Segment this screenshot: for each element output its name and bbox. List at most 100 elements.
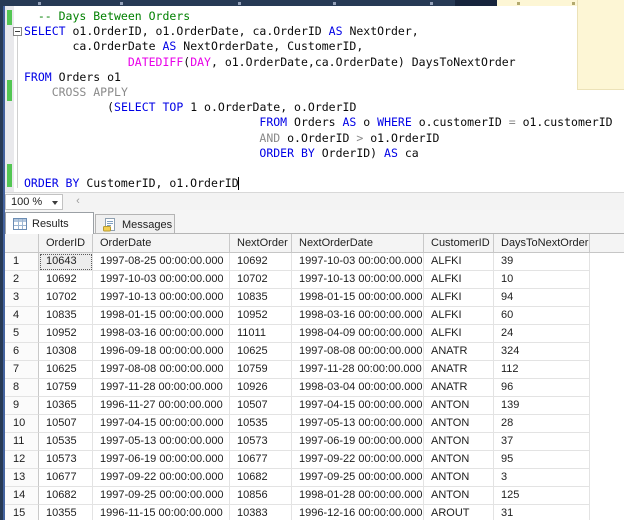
grid-cell[interactable]: 10643 (39, 253, 93, 271)
grid-cell[interactable]: 1997-09-22 00:00:00.000 (93, 469, 230, 487)
row-number[interactable]: 15 (5, 505, 39, 520)
grid-cell[interactable]: 10573 (39, 451, 93, 469)
zoom-dropdown[interactable]: 100 % (5, 194, 63, 210)
grid-cell[interactable]: ANTON (424, 415, 494, 433)
tab-results[interactable]: Results (5, 212, 94, 234)
grid-cell[interactable]: 10535 (39, 433, 93, 451)
row-number-header[interactable] (5, 234, 39, 252)
row-number[interactable]: 2 (5, 271, 39, 289)
grid-cell[interactable]: 1997-10-13 00:00:00.000 (93, 289, 230, 307)
grid-cell[interactable]: 11011 (230, 325, 292, 343)
grid-cell[interactable]: 1998-01-28 00:00:00.000 (292, 487, 424, 505)
row-number[interactable]: 4 (5, 307, 39, 325)
grid-cell[interactable]: 28 (494, 415, 590, 433)
column-header[interactable]: CustomerID (424, 234, 494, 252)
row-number[interactable]: 6 (5, 343, 39, 361)
row-number[interactable]: 10 (5, 415, 39, 433)
grid-cell[interactable]: 10702 (39, 289, 93, 307)
grid-cell[interactable]: 10625 (230, 343, 292, 361)
grid-cell[interactable]: 10677 (230, 451, 292, 469)
grid-cell[interactable]: ALFKI (424, 253, 494, 271)
grid-cell[interactable]: 10759 (230, 361, 292, 379)
grid-cell[interactable]: 125 (494, 487, 590, 505)
row-number[interactable]: 5 (5, 325, 39, 343)
row-number[interactable]: 1 (5, 253, 39, 271)
grid-cell[interactable]: 1997-10-03 00:00:00.000 (93, 271, 230, 289)
grid-cell[interactable]: 1996-11-15 00:00:00.000 (93, 505, 230, 520)
chevron-left-icon[interactable]: ‹ (71, 194, 85, 209)
grid-cell[interactable]: ALFKI (424, 325, 494, 343)
grid-cell[interactable]: ANATR (424, 343, 494, 361)
grid-cell[interactable]: 94 (494, 289, 590, 307)
grid-cell[interactable]: AROUT (424, 505, 494, 520)
grid-cell[interactable]: 37 (494, 433, 590, 451)
grid-cell[interactable]: 1998-03-16 00:00:00.000 (93, 325, 230, 343)
grid-cell[interactable]: 10383 (230, 505, 292, 520)
grid-cell[interactable]: 10507 (39, 415, 93, 433)
column-header[interactable]: DaysToNextOrder (494, 234, 590, 252)
code-lines[interactable]: -- Days Between OrdersSELECT o1.OrderID,… (24, 9, 624, 192)
grid-cell[interactable]: 1997-05-13 00:00:00.000 (292, 415, 424, 433)
column-header[interactable]: NextOrder (230, 234, 292, 252)
grid-cell[interactable]: 39 (494, 253, 590, 271)
grid-cell[interactable]: 96 (494, 379, 590, 397)
grid-cell[interactable]: ANTON (424, 433, 494, 451)
grid-cell[interactable]: 10692 (39, 271, 93, 289)
grid-cell[interactable]: 10355 (39, 505, 93, 520)
column-header[interactable]: NextOrderDate (292, 234, 424, 252)
grid-cell[interactable]: 10 (494, 271, 590, 289)
grid-cell[interactable]: 1997-05-13 00:00:00.000 (93, 433, 230, 451)
grid-cell[interactable]: 1996-11-27 00:00:00.000 (93, 397, 230, 415)
grid-cell[interactable]: 1996-09-18 00:00:00.000 (93, 343, 230, 361)
grid-cell[interactable]: 10952 (39, 325, 93, 343)
grid-cell[interactable]: ANTON (424, 487, 494, 505)
grid-cell[interactable]: 1997-04-15 00:00:00.000 (292, 397, 424, 415)
grid-cell[interactable]: 10759 (39, 379, 93, 397)
grid-cell[interactable]: 10952 (230, 307, 292, 325)
row-number[interactable]: 8 (5, 379, 39, 397)
grid-cell[interactable]: 10507 (230, 397, 292, 415)
column-header[interactable]: OrderID (39, 234, 93, 252)
grid-cell[interactable]: 10692 (230, 253, 292, 271)
grid-cell[interactable]: ANTON (424, 451, 494, 469)
grid-cell[interactable]: 1998-03-04 00:00:00.000 (292, 379, 424, 397)
grid-cell[interactable]: 10677 (39, 469, 93, 487)
row-number[interactable]: 14 (5, 487, 39, 505)
grid-cell[interactable]: ANATR (424, 361, 494, 379)
tab-messages[interactable]: Messages (95, 214, 175, 234)
grid-cell[interactable]: 10682 (39, 487, 93, 505)
grid-cell[interactable]: 1997-10-13 00:00:00.000 (292, 271, 424, 289)
grid-cell[interactable]: 31 (494, 505, 590, 520)
editor-hscrollbar[interactable]: 100 % ‹ (5, 192, 624, 210)
row-number[interactable]: 9 (5, 397, 39, 415)
grid-cell[interactable]: 3 (494, 469, 590, 487)
row-number[interactable]: 11 (5, 433, 39, 451)
grid-cell[interactable]: 324 (494, 343, 590, 361)
grid-cell[interactable]: 1997-08-08 00:00:00.000 (292, 343, 424, 361)
grid-cell[interactable]: 1997-10-03 00:00:00.000 (292, 253, 424, 271)
grid-cell[interactable]: 10926 (230, 379, 292, 397)
grid-cell[interactable]: 1997-09-25 00:00:00.000 (93, 487, 230, 505)
grid-cell[interactable]: ALFKI (424, 289, 494, 307)
grid-cell[interactable]: 24 (494, 325, 590, 343)
grid-cell[interactable]: 10682 (230, 469, 292, 487)
grid-cell[interactable]: 1997-06-19 00:00:00.000 (93, 451, 230, 469)
grid-cell[interactable]: ALFKI (424, 271, 494, 289)
grid-cell[interactable]: 10856 (230, 487, 292, 505)
grid-cell[interactable]: ALFKI (424, 307, 494, 325)
column-header[interactable]: OrderDate (93, 234, 230, 252)
grid-cell[interactable]: 1998-04-09 00:00:00.000 (292, 325, 424, 343)
grid-cell[interactable]: 10365 (39, 397, 93, 415)
grid-cell[interactable]: 1997-08-25 00:00:00.000 (93, 253, 230, 271)
grid-cell[interactable]: 1998-01-15 00:00:00.000 (93, 307, 230, 325)
grid-cell[interactable]: ANATR (424, 379, 494, 397)
grid-cell[interactable]: ANTON (424, 469, 494, 487)
grid-cell[interactable]: 10835 (230, 289, 292, 307)
grid-cell[interactable]: 139 (494, 397, 590, 415)
row-number[interactable]: 13 (5, 469, 39, 487)
row-number[interactable]: 7 (5, 361, 39, 379)
grid-cell[interactable]: 1997-06-19 00:00:00.000 (292, 433, 424, 451)
grid-cell[interactable]: 10573 (230, 433, 292, 451)
grid-cell[interactable]: 1997-09-22 00:00:00.000 (292, 451, 424, 469)
grid-cell[interactable]: 10625 (39, 361, 93, 379)
